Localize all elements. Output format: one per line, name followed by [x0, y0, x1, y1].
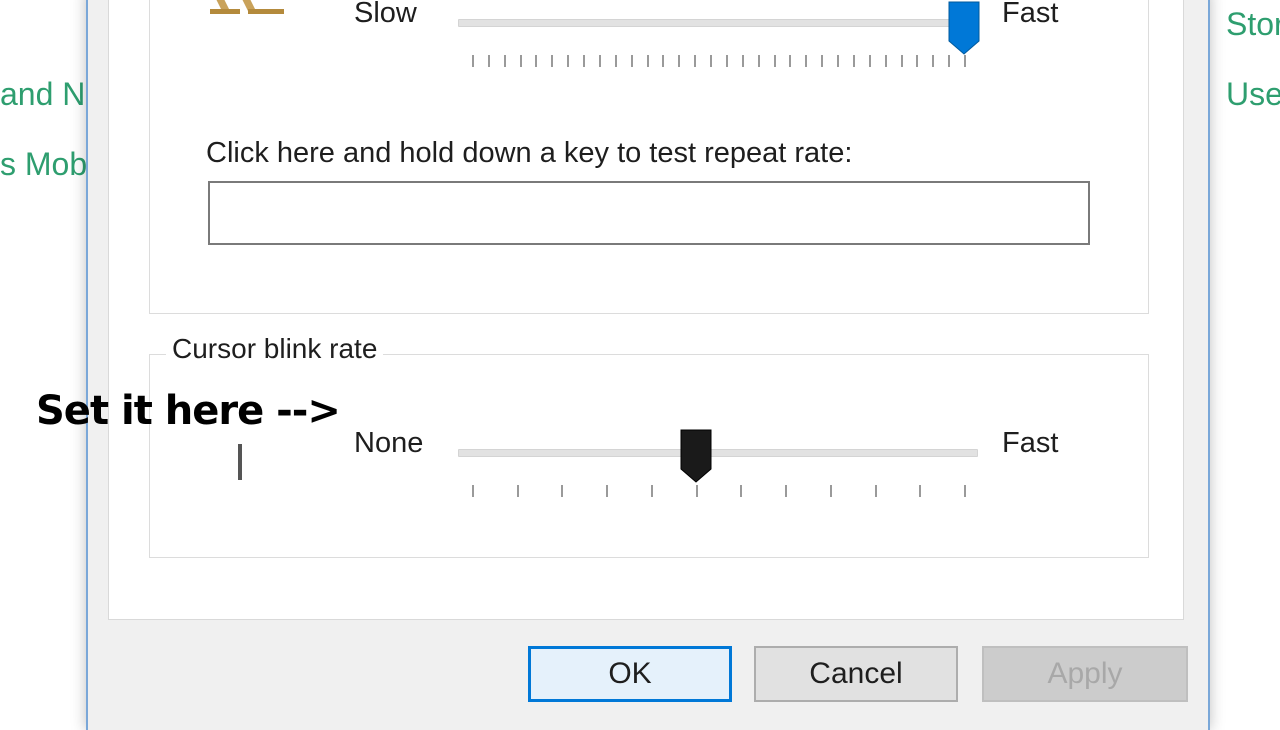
- repeat-rate-tick: [821, 55, 824, 67]
- apply-button: Apply: [982, 646, 1188, 702]
- cursor-blink-tick: [650, 485, 653, 497]
- cursor-blink-tick: [874, 485, 877, 497]
- repeat-rate-tick: [884, 55, 887, 67]
- repeat-rate-ticks: [472, 55, 966, 69]
- repeat-rate-tick: [503, 55, 506, 67]
- annotation-text: Set it here -->: [36, 388, 341, 434]
- repeat-rate-tick: [567, 55, 570, 67]
- repeat-rate-tick: [837, 55, 840, 67]
- cursor-blink-rate-legend: Cursor blink rate: [166, 333, 384, 365]
- cursor-blink-rate-group: Cursor blink rate None Fast: [149, 333, 1149, 558]
- character-repeat-group: Slow Fast Click here and hold down a key…: [149, 0, 1149, 314]
- repeat-rate-tick: [614, 55, 617, 67]
- cursor-blink-none-label: None: [354, 427, 424, 459]
- cursor-blink-ticks: [472, 485, 966, 499]
- cursor-blink-fast-label: Fast: [1002, 427, 1059, 459]
- repeat-rate-tick: [598, 55, 601, 67]
- repeat-rate-tick: [472, 55, 474, 67]
- repeat-rate-tick: [916, 55, 919, 67]
- repeat-rate-tick: [678, 55, 681, 67]
- background-link-3[interactable]: Stor: [1226, 6, 1280, 43]
- repeat-rate-slider-thumb[interactable]: [948, 1, 980, 55]
- repeat-rate-tick: [694, 55, 697, 67]
- repeat-rate-tick: [725, 55, 728, 67]
- repeat-rate-tick: [646, 55, 649, 67]
- repeat-rate-tick: [487, 55, 490, 67]
- repeat-rate-tick: [551, 55, 554, 67]
- cursor-blink-slider-track[interactable]: [458, 449, 978, 457]
- cursor-blink-tick: [695, 485, 698, 497]
- repeat-rate-tick: [741, 55, 744, 67]
- background-link-4[interactable]: Use: [1226, 76, 1280, 113]
- cursor-blink-tick: [919, 485, 922, 497]
- background-link-2[interactable]: s Mob: [0, 146, 86, 183]
- repeat-rate-tick: [519, 55, 522, 67]
- repeat-rate-icon: [210, 0, 284, 14]
- repeat-rate-fast-label: Fast: [1002, 0, 1059, 29]
- cursor-blink-tick: [516, 485, 519, 497]
- repeat-rate-test-label: Click here and hold down a key to test r…: [206, 137, 853, 169]
- repeat-rate-tick: [852, 55, 855, 67]
- cancel-button[interactable]: Cancel: [754, 646, 958, 702]
- repeat-rate-tick: [964, 55, 966, 67]
- repeat-rate-tick: [805, 55, 808, 67]
- cursor-blink-tick: [785, 485, 788, 497]
- cursor-blink-slider-thumb[interactable]: [680, 429, 712, 483]
- cursor-blink-tick: [606, 485, 609, 497]
- repeat-rate-tick: [583, 55, 586, 67]
- cursor-blink-tick: [472, 485, 474, 497]
- cursor-blink-tick: [829, 485, 832, 497]
- repeat-rate-tick: [662, 55, 665, 67]
- cursor-blink-preview: [238, 444, 242, 480]
- repeat-rate-slider-track[interactable]: [458, 19, 978, 27]
- keyboard-properties-dialog: Slow Fast Click here and hold down a key…: [86, 0, 1210, 730]
- speed-tab-panel: Slow Fast Click here and hold down a key…: [108, 0, 1184, 620]
- repeat-rate-tick: [932, 55, 935, 67]
- background-window-right: Stor Use: [1210, 0, 1280, 720]
- repeat-rate-slow-label: Slow: [354, 0, 417, 29]
- repeat-rate-test-input[interactable]: [208, 181, 1090, 245]
- repeat-rate-tick: [789, 55, 792, 67]
- ok-button[interactable]: OK: [528, 646, 732, 702]
- repeat-rate-tick: [868, 55, 871, 67]
- repeat-rate-tick: [900, 55, 903, 67]
- repeat-rate-tick: [535, 55, 538, 67]
- repeat-rate-tick: [710, 55, 713, 67]
- repeat-rate-tick: [948, 55, 951, 67]
- cursor-blink-tick: [964, 485, 966, 497]
- background-window-left: and N s Mob: [0, 0, 86, 720]
- repeat-rate-tick: [773, 55, 776, 67]
- repeat-rate-tick: [757, 55, 760, 67]
- cursor-blink-tick: [561, 485, 564, 497]
- repeat-rate-tick: [630, 55, 633, 67]
- cursor-blink-tick: [740, 485, 743, 497]
- background-link-1[interactable]: and N: [0, 76, 86, 113]
